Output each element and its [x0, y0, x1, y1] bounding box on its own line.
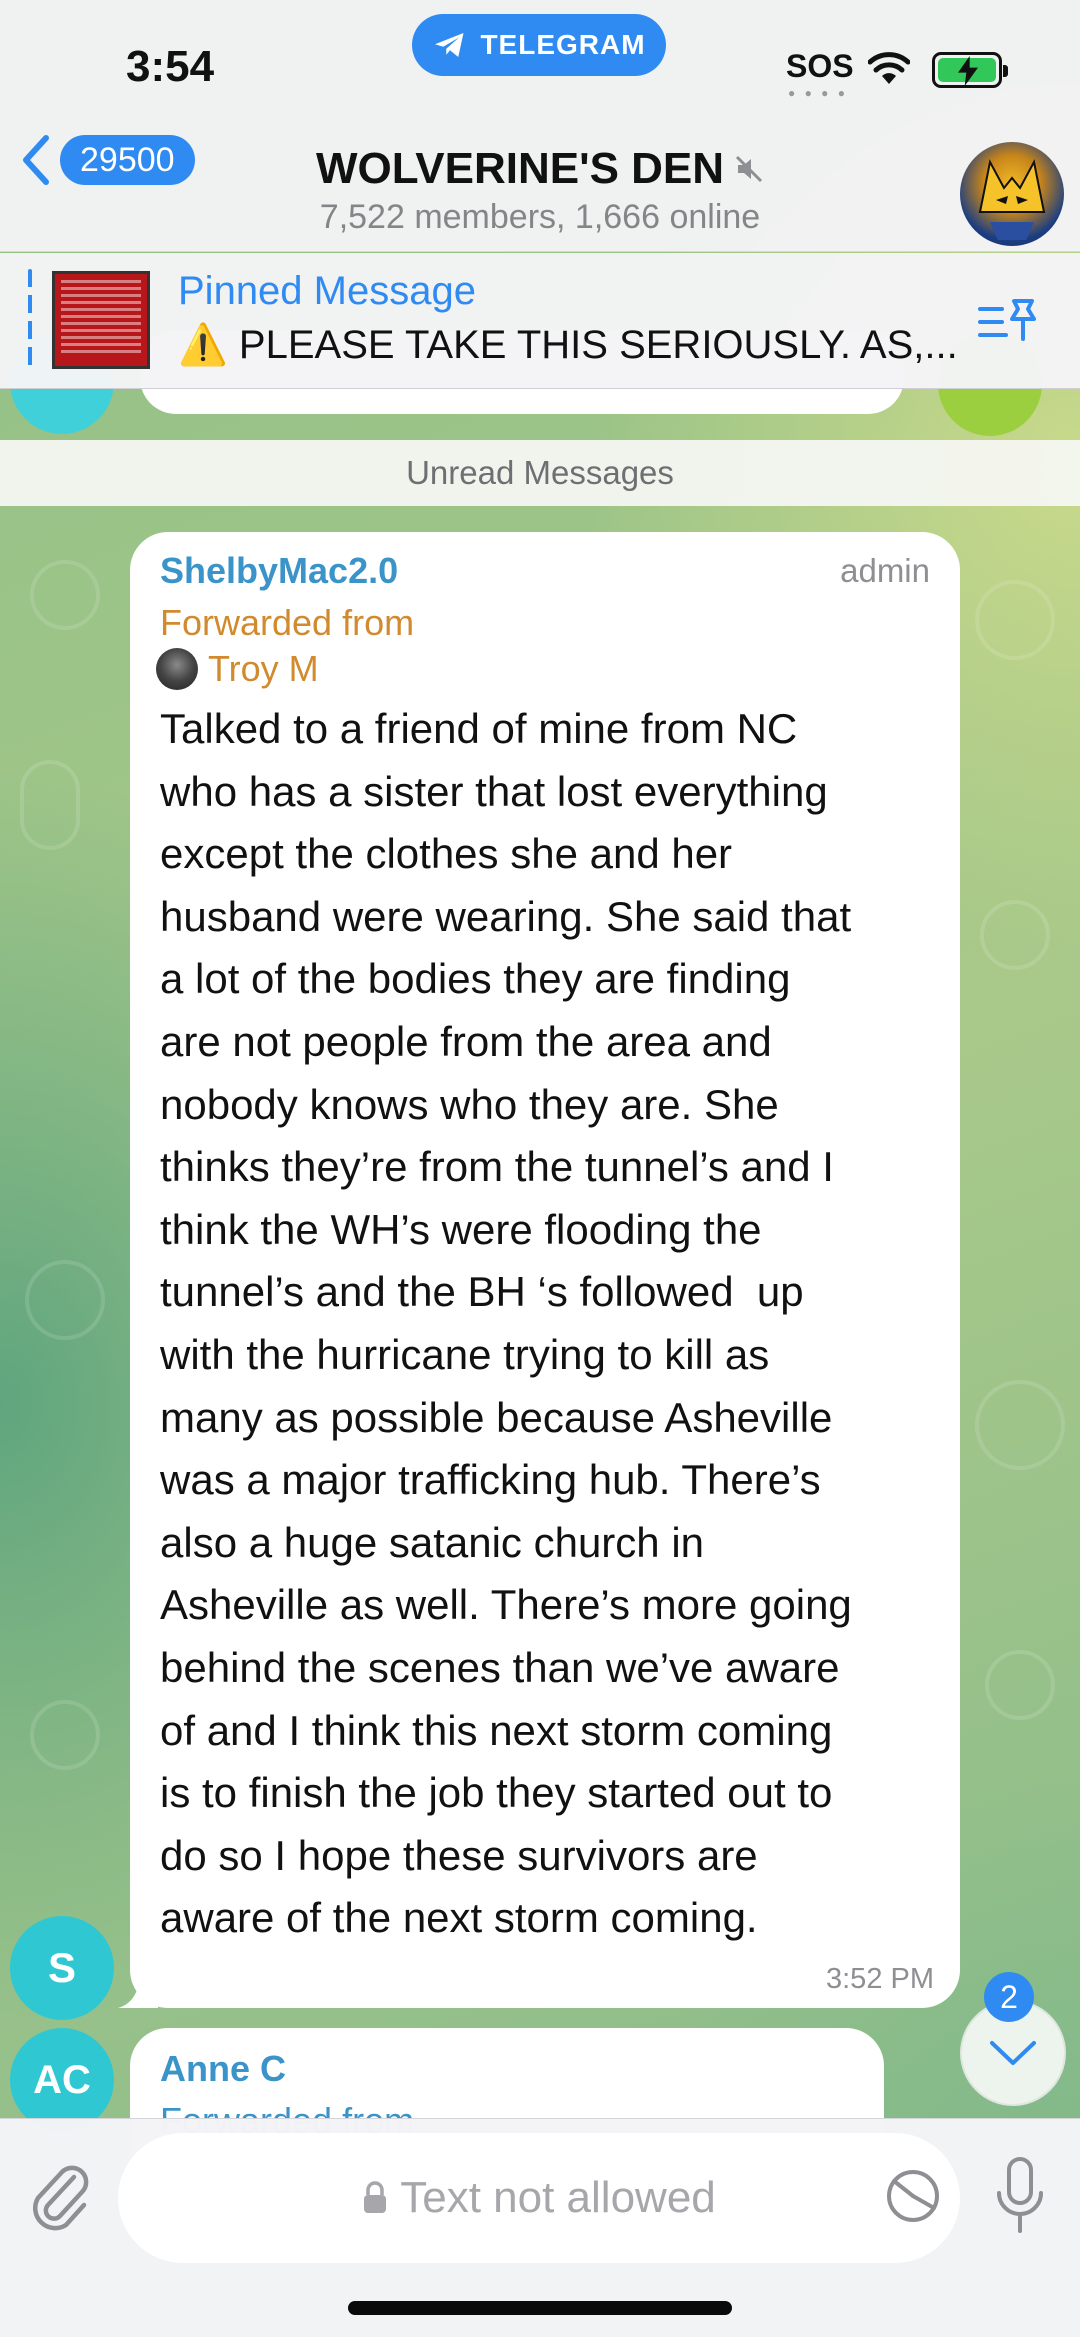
sender-avatar[interactable]: S — [10, 1916, 114, 2020]
unread-count-badge: 2 — [984, 1972, 1034, 2022]
forwarded-from-source[interactable]: Troy M — [156, 648, 319, 690]
microphone-icon[interactable] — [994, 2155, 1046, 2237]
signal-dots-icon: ● ● ● ● — [788, 86, 848, 100]
forwarded-source-avatar — [156, 648, 198, 690]
wallpaper-doodle — [980, 900, 1050, 970]
muted-speaker-icon — [736, 155, 763, 183]
chat-subtitle: 7,522 members, 1,666 online — [319, 198, 761, 236]
carrier-label: SOS — [786, 48, 854, 84]
lock-icon — [364, 2181, 387, 2213]
message-input-field[interactable]: Text not allowed — [118, 2133, 960, 2263]
message-bubble[interactable]: ShelbyMac2.0 admin Forwarded from Troy M… — [130, 532, 960, 2008]
forwarded-label: Forwarded from — [160, 602, 415, 643]
pinned-preview-text: ⚠️ PLEASE TAKE THIS SERIOUSLY. AS,... — [178, 323, 958, 367]
chat-title: WOLVERINE'S DEN — [315, 144, 725, 193]
group-avatar[interactable] — [960, 142, 1064, 246]
status-time: 3:54 — [126, 42, 215, 91]
pinned-list-icon[interactable] — [976, 295, 1040, 349]
pinned-indicator-line — [28, 269, 32, 373]
wallpaper-doodle — [975, 1380, 1065, 1470]
pinned-message-bar[interactable]: Pinned Message ⚠️ PLEASE TAKE THIS SERIO… — [0, 253, 1080, 389]
unread-messages-divider: Unread Messages — [0, 440, 1080, 506]
forwarded-source-name: Troy M — [208, 648, 319, 689]
scheduled-timer-icon[interactable] — [884, 2167, 942, 2225]
wallpaper-doodle — [20, 760, 80, 850]
telegram-plane-icon — [435, 33, 464, 57]
message-sender-name[interactable]: ShelbyMac2.0 — [160, 550, 398, 592]
wallpaper-doodle — [30, 1700, 100, 1770]
chat-title-area[interactable]: WOLVERINE'S DEN — [0, 144, 1080, 194]
message-input-bar: Text not allowed — [0, 2118, 1080, 2337]
chevron-down-icon — [990, 2041, 1036, 2065]
message-sender-name[interactable]: Anne C — [160, 2048, 286, 2090]
wallpaper-doodle — [985, 1650, 1055, 1720]
sender-role-badge: admin — [840, 552, 930, 589]
battery-icon — [932, 52, 1008, 88]
input-placeholder-text: Text not allowed — [400, 2173, 716, 2222]
pinned-title: Pinned Message — [178, 269, 476, 313]
paperclip-icon[interactable] — [26, 2155, 92, 2231]
back-to-app-label: TELEGRAM — [480, 29, 646, 60]
wifi-icon — [868, 52, 910, 84]
sender-avatar[interactable]: AC — [10, 2028, 114, 2132]
home-indicator[interactable] — [348, 2301, 732, 2315]
message-text: Talked to a friend of mine from NC who h… — [160, 705, 852, 1942]
chat-header: 3:54 TELEGRAM SOS ● ● ● ● 29500 WOLVERIN… — [0, 0, 1080, 252]
wallpaper-doodle — [25, 1260, 105, 1340]
message-timestamp: 3:52 PM — [826, 1963, 934, 1995]
pinned-thumbnail — [52, 271, 150, 369]
wallpaper-doodle — [30, 560, 100, 630]
back-to-app-pill[interactable]: TELEGRAM — [412, 14, 666, 76]
wolverine-avatar-image — [978, 159, 1046, 240]
wallpaper-doodle — [975, 580, 1055, 660]
